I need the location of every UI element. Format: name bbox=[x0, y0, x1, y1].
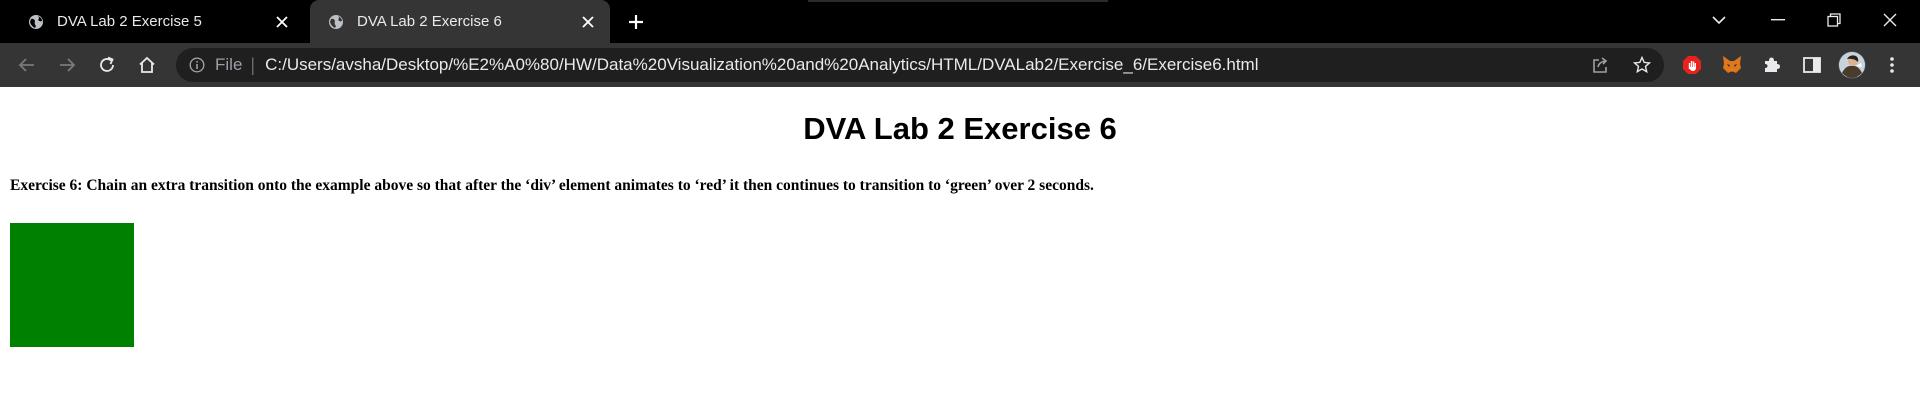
scheme-label: File bbox=[215, 55, 243, 74]
tab-exercise-5[interactable]: DVA Lab 2 Exercise 5 bbox=[10, 0, 304, 43]
exercise-description: Exercise 6: Chain an extra transition on… bbox=[10, 177, 1094, 194]
menu-button[interactable] bbox=[1877, 50, 1907, 80]
page-viewport: DVA Lab 2 Exercise 6 Exercise 6: Chain a… bbox=[0, 87, 1920, 402]
restore-button[interactable] bbox=[1806, 0, 1862, 40]
share-icon bbox=[1593, 57, 1608, 73]
minimize-button[interactable] bbox=[1750, 0, 1806, 40]
reload-button[interactable] bbox=[92, 50, 122, 80]
browser-window: DVA Lab 2 Exercise 5 DVA Lab 2 Exercise … bbox=[0, 0, 1920, 402]
star-icon bbox=[1633, 56, 1651, 74]
forward-arrow-icon bbox=[60, 58, 76, 72]
restore-icon bbox=[1827, 13, 1841, 27]
close-icon[interactable] bbox=[577, 11, 599, 33]
tab-exercise-6[interactable]: DVA Lab 2 Exercise 6 bbox=[310, 0, 610, 43]
browser-toolbar: File | C:/Users/avsha/Desktop/%E2%A0%80/… bbox=[0, 43, 1920, 87]
tab-search-button[interactable] bbox=[1691, 0, 1747, 40]
title-bar-indicator bbox=[808, 0, 1108, 2]
profile-button[interactable] bbox=[1837, 50, 1867, 80]
close-icon[interactable] bbox=[271, 11, 293, 33]
forward-button[interactable] bbox=[52, 50, 82, 80]
kebab-menu-icon bbox=[1890, 57, 1894, 73]
home-button[interactable] bbox=[132, 50, 162, 80]
back-arrow-icon bbox=[18, 58, 34, 72]
chevron-down-icon bbox=[1712, 16, 1726, 25]
extensions-button[interactable] bbox=[1757, 50, 1787, 80]
url-text[interactable]: C:/Users/avsha/Desktop/%E2%A0%80/HW/Data… bbox=[265, 55, 1258, 75]
adblock-extension-button[interactable] bbox=[1677, 50, 1707, 80]
side-panel-icon bbox=[1803, 57, 1821, 73]
address-bar[interactable]: File | C:/Users/avsha/Desktop/%E2%A0%80/… bbox=[176, 48, 1664, 82]
fox-icon bbox=[1723, 56, 1741, 73]
plus-icon bbox=[629, 15, 643, 29]
metamask-extension-button[interactable] bbox=[1717, 50, 1747, 80]
bookmark-button[interactable] bbox=[1627, 50, 1657, 80]
puzzle-icon bbox=[1765, 57, 1780, 72]
close-icon bbox=[1883, 13, 1897, 27]
tab-title: DVA Lab 2 Exercise 5 bbox=[57, 13, 202, 30]
globe-icon bbox=[27, 13, 45, 31]
page-title: DVA Lab 2 Exercise 6 bbox=[803, 111, 1117, 146]
tab-strip: DVA Lab 2 Exercise 5 DVA Lab 2 Exercise … bbox=[0, 0, 1920, 43]
avatar bbox=[1838, 51, 1866, 79]
tab-title: DVA Lab 2 Exercise 6 bbox=[357, 13, 502, 30]
window-close-button[interactable] bbox=[1862, 0, 1918, 40]
side-panel-button[interactable] bbox=[1797, 50, 1827, 80]
back-button[interactable] bbox=[12, 50, 42, 80]
info-icon[interactable] bbox=[188, 56, 206, 74]
share-button[interactable] bbox=[1586, 50, 1616, 80]
minimize-icon bbox=[1771, 19, 1785, 21]
new-tab-button[interactable] bbox=[622, 8, 650, 36]
globe-icon bbox=[327, 13, 345, 31]
reload-icon bbox=[100, 56, 114, 72]
animated-div-box bbox=[10, 223, 134, 347]
stop-hand-icon bbox=[1683, 56, 1701, 74]
scheme-separator: | bbox=[250, 54, 256, 75]
home-icon bbox=[139, 56, 155, 73]
